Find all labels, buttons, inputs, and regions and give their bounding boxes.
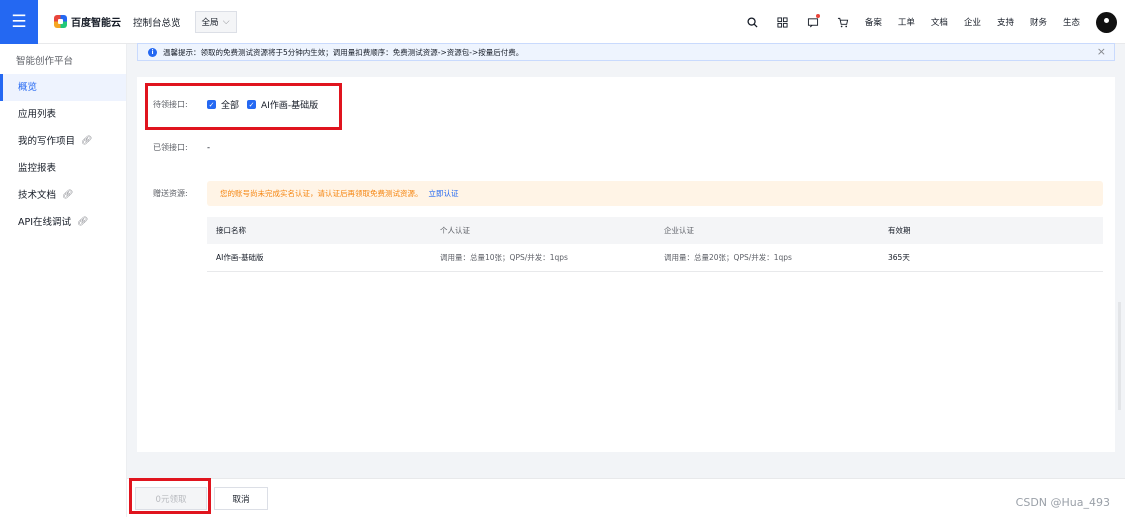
notice-text: 温馨提示：领取的免费测试资源将于5分钟内生效；调用量扣费顺序：免费测试资源->资… (163, 47, 524, 57)
column-header: 接口名称 (216, 226, 246, 235)
nav-link-docs[interactable]: 文档 (931, 16, 948, 28)
top-right-toolbar: 备案 工单 文档 企业 支持 财务 生态 (745, 0, 1125, 44)
column-header: 个人认证 (440, 226, 470, 235)
message-icon[interactable] (805, 14, 821, 30)
received-interfaces-row: 已领接口: - (153, 142, 210, 153)
grid-icon[interactable] (775, 14, 791, 30)
highlight-box-claim (129, 478, 211, 514)
gift-label: 赠送资源: (153, 189, 188, 198)
nav-link-finance[interactable]: 财务 (1030, 16, 1047, 28)
console-overview-link[interactable]: 控制台总览 (133, 15, 181, 29)
nav-link-ecosystem[interactable]: 生态 (1063, 16, 1080, 28)
highlight-box-pending (145, 83, 342, 130)
verification-warning: 您的账号尚未完成实名认证，请认证后再领取免费测试资源。 立即认证 (207, 181, 1103, 206)
resource-table: 接口名称 个人认证 企业认证 有效期 AI作画-基础版 调用量：总量10张；QP… (207, 217, 1103, 272)
sidebar-item-writing-projects[interactable]: 我的写作项目 🔗︎ (0, 128, 126, 155)
sidebar-title: 智能创作平台 (16, 56, 74, 67)
sidebar-item-label: 技术文档 (18, 190, 57, 201)
sidebar-item-label: API在线调试 (18, 217, 72, 228)
footer-bar: 0元领取 取消 CSDN @Hua_493 (127, 478, 1125, 517)
logo[interactable]: 百度智能云 (54, 14, 121, 29)
table-cell: 调用量：总量20张；QPS/并发：1qps (664, 253, 792, 262)
table-cell: AI作画-基础版 (216, 253, 264, 262)
table-cell: 调用量：总量10张；QPS/并发：1qps (440, 253, 568, 262)
logo-text: 百度智能云 (71, 18, 121, 29)
region-select[interactable]: 全局 ⌵ (194, 10, 237, 33)
sidebar-item-label: 应用列表 (18, 109, 57, 120)
cancel-button[interactable]: 取消 (214, 487, 268, 510)
nav-link-enterprise[interactable]: 企业 (964, 16, 981, 28)
chevron-down-icon: ⌵ (222, 16, 230, 27)
nav-link-filing[interactable]: 备案 (865, 16, 882, 28)
external-link-icon: 🔗︎ (62, 190, 74, 200)
verify-now-link[interactable]: 立即认证 (429, 188, 459, 199)
sidebar-item-api-debug[interactable]: API在线调试 🔗︎ (0, 209, 126, 236)
received-label: 已领接口: (153, 143, 188, 152)
nav-link-ticket[interactable]: 工单 (898, 16, 915, 28)
sidebar-item-monitoring[interactable]: 监控报表 (0, 155, 126, 182)
gift-resources-row: 赠送资源: (153, 188, 207, 199)
avatar[interactable] (1096, 11, 1117, 33)
logo-mark-icon (54, 15, 67, 28)
table-header: 接口名称 个人认证 企业认证 有效期 (207, 217, 1103, 244)
top-navigation-bar: ☰ 百度智能云 控制台总览 全局 ⌵ 备案 工单 文档 企业 支持 财务 生态 (0, 0, 1125, 44)
notification-dot (815, 14, 820, 18)
sidebar: 智能创作平台 概览 应用列表 我的写作项目 🔗︎ 监控报表 技术文档 🔗︎ AP… (0, 44, 127, 517)
nav-link-support[interactable]: 支持 (997, 16, 1014, 28)
sidebar-item-app-list[interactable]: 应用列表 (0, 101, 126, 128)
close-icon[interactable]: × (1097, 45, 1106, 58)
claim-panel: 待领接口: ✓ 全部 ✓ AI作画-基础版 已领接口: - 赠送资源: 您的账号… (137, 77, 1115, 452)
sidebar-item-label: 我的写作项目 (18, 136, 76, 147)
info-icon: i (148, 47, 157, 57)
cart-icon[interactable] (835, 14, 851, 30)
external-link-icon: 🔗︎ (77, 217, 89, 227)
sidebar-item-label: 概览 (18, 82, 38, 93)
table-row: AI作画-基础版 调用量：总量10张；QPS/并发：1qps 调用量：总量20张… (207, 244, 1103, 272)
column-header: 企业认证 (664, 226, 694, 235)
column-header: 有效期 (888, 226, 911, 235)
hamburger-menu-icon[interactable]: ☰ (0, 0, 38, 44)
region-value: 全局 (201, 17, 219, 28)
watermark: CSDN @Hua_493 (1015, 496, 1110, 509)
table-cell: 365天 (888, 253, 910, 262)
notice-bar: i 温馨提示：领取的免费测试资源将于5分钟内生效；调用量扣费顺序：免费测试资源-… (137, 43, 1115, 61)
sidebar-item-tech-docs[interactable]: 技术文档 🔗︎ (0, 182, 126, 209)
warning-text: 您的账号尚未完成实名认证，请认证后再领取免费测试资源。 (220, 189, 423, 198)
received-value: - (207, 142, 211, 153)
scrollbar[interactable] (1118, 302, 1121, 410)
sidebar-item-label: 监控报表 (18, 163, 57, 174)
sidebar-item-overview[interactable]: 概览 (0, 74, 126, 101)
search-icon[interactable] (745, 14, 761, 30)
external-link-icon: 🔗︎ (81, 136, 93, 146)
